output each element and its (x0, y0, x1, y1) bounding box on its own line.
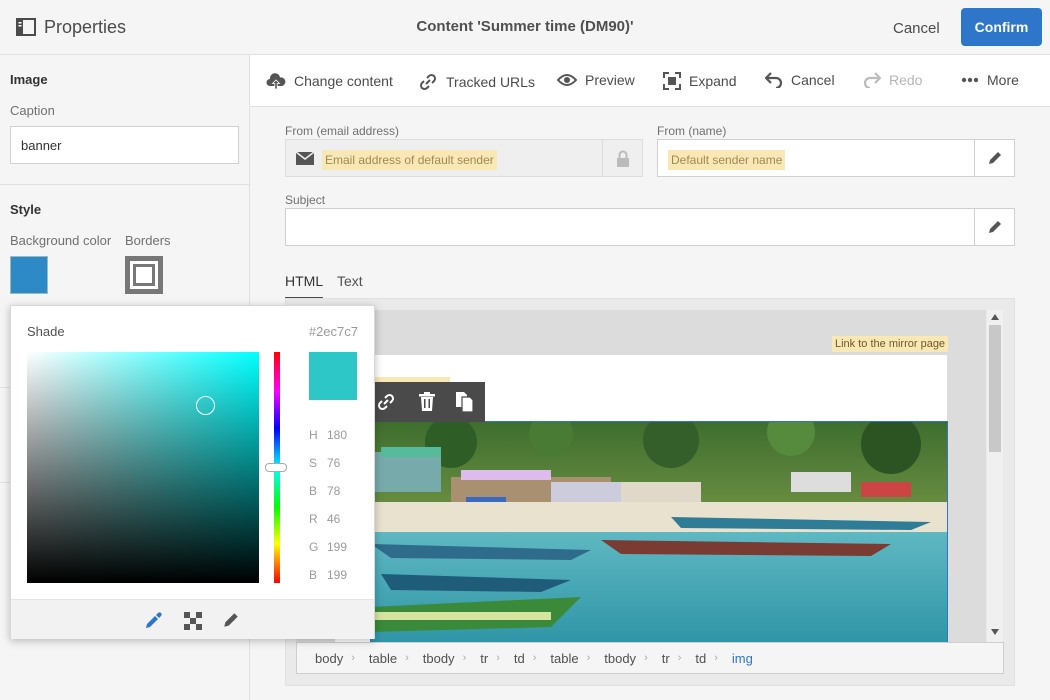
scroll-up-icon[interactable] (991, 314, 999, 320)
breadcrumb-item[interactable]: body (315, 651, 343, 666)
subject-field[interactable] (285, 208, 1015, 246)
saturation-brightness-area[interactable] (27, 352, 259, 583)
eye-icon (557, 74, 577, 86)
from-email-placeholder: Email address of default sender (322, 150, 497, 170)
tracked-urls-button[interactable]: Tracked URLs (418, 72, 535, 92)
red-value-row: R 46 (309, 512, 341, 526)
banner-image[interactable] (370, 421, 948, 643)
background-color-swatch[interactable] (10, 256, 48, 294)
breadcrumb-separator-icon: › (644, 652, 648, 664)
undo-label: Cancel (791, 72, 835, 88)
expand-icon (663, 72, 681, 90)
lock-box (602, 140, 642, 176)
tracked-urls-label: Tracked URLs (446, 74, 535, 90)
pencil-icon[interactable] (222, 611, 240, 629)
beach-photo (371, 422, 947, 642)
breadcrumb-separator-icon: › (496, 652, 500, 664)
expand-button[interactable]: Expand (663, 72, 736, 90)
shade-label: Shade (27, 324, 65, 339)
breadcrumb-separator-icon: › (677, 652, 682, 664)
redo-label: Redo (889, 72, 923, 88)
image-section-title: Image (10, 72, 48, 87)
change-content-button[interactable]: Change content (266, 72, 393, 90)
breadcrumb-separator-icon: › (586, 652, 591, 664)
brightness-value-row: B 78 (309, 484, 341, 498)
confirm-button[interactable]: Confirm (961, 8, 1042, 46)
from-name-edit-button[interactable] (974, 140, 1014, 176)
scroll-down-icon[interactable] (991, 629, 999, 635)
breadcrumb-item[interactable]: tr (662, 651, 670, 666)
dom-breadcrumb: body › table › tbody › tr › td › table › tbody › tr › td… (296, 642, 1004, 674)
borders-swatch[interactable] (125, 256, 163, 294)
transparent-icon[interactable] (184, 612, 202, 630)
breadcrumb-item[interactable]: table (550, 651, 578, 666)
image-action-bar (370, 382, 485, 422)
color-picker-popup: Shade #2ec7c7 H 180 S 76 B 78 R 46 G 199 B 199 (10, 305, 375, 639)
hex-value[interactable]: #2ec7c7 (309, 324, 358, 339)
subject-edit-button[interactable] (974, 209, 1014, 245)
green-value-row: G 199 (309, 540, 348, 554)
tab-text[interactable]: Text (337, 273, 363, 289)
breadcrumb-separator-icon: › (405, 652, 409, 664)
pencil-icon (988, 221, 1001, 233)
from-email-label: From (email address) (285, 124, 400, 138)
breadcrumb-item[interactable]: tr (480, 651, 488, 666)
caption-label: Caption (10, 103, 55, 118)
breadcrumb-separator-icon: › (714, 652, 718, 664)
undo-icon (765, 72, 783, 88)
link-icon[interactable] (376, 392, 396, 412)
cloud-upload-icon (266, 73, 286, 90)
breadcrumb-item[interactable]: tbody (423, 651, 455, 666)
lock-icon (616, 150, 629, 167)
tab-html[interactable]: HTML (285, 273, 324, 299)
link-icon (419, 73, 437, 91)
subject-label: Subject (285, 193, 326, 207)
breadcrumb-separator-icon: › (351, 652, 355, 664)
from-name-label: From (name) (657, 124, 727, 138)
redo-button[interactable]: Redo (863, 72, 922, 88)
style-section-title: Style (10, 202, 42, 217)
selected-color-preview (309, 352, 357, 400)
scrollbar-thumb[interactable] (989, 325, 1001, 452)
more-dots-icon (961, 77, 979, 83)
from-name-field[interactable]: Default sender name (657, 139, 1015, 177)
undo-button[interactable]: Cancel (765, 72, 835, 88)
eyedropper-icon[interactable] (145, 611, 163, 629)
caption-input[interactable]: banner (10, 126, 239, 164)
hue-slider-handle[interactable] (265, 463, 287, 472)
sidebar-divider (0, 184, 250, 185)
background-color-label: Background color (10, 233, 112, 248)
envelope-icon (296, 152, 314, 165)
breadcrumb-item[interactable]: img (732, 651, 753, 666)
more-button[interactable]: More (961, 72, 1019, 88)
breadcrumb-item[interactable]: tbody (604, 651, 636, 666)
picker-footer (11, 599, 374, 639)
pencil-icon (988, 152, 1001, 164)
breadcrumb-item[interactable]: table (369, 651, 397, 666)
redo-icon (863, 72, 881, 88)
borders-label: Borders (125, 233, 171, 248)
color-cursor[interactable] (196, 396, 215, 415)
duplicate-icon[interactable] (456, 392, 474, 412)
breadcrumb-separator-icon: › (532, 652, 537, 664)
trash-icon[interactable] (419, 392, 435, 411)
breadcrumb-separator-icon: › (462, 652, 467, 664)
mirror-page-link[interactable]: Link to the mirror page (832, 336, 949, 352)
blue-value-row: B 199 (309, 568, 348, 582)
from-email-field: Email address of default sender (285, 139, 643, 177)
expand-label: Expand (689, 73, 737, 89)
breadcrumb-item[interactable]: td (514, 651, 525, 666)
more-label: More (987, 72, 1019, 88)
from-name-placeholder: Default sender name (668, 150, 786, 170)
preview-button[interactable]: Preview (557, 72, 635, 88)
header-cancel-button[interactable]: Cancel (879, 18, 954, 39)
hue-value-row: H 180 (309, 428, 348, 442)
preview-label: Preview (585, 72, 635, 88)
saturation-value-row: S 76 (309, 456, 341, 470)
breadcrumb-item[interactable]: td (695, 651, 706, 666)
change-content-label: Change content (294, 73, 393, 89)
